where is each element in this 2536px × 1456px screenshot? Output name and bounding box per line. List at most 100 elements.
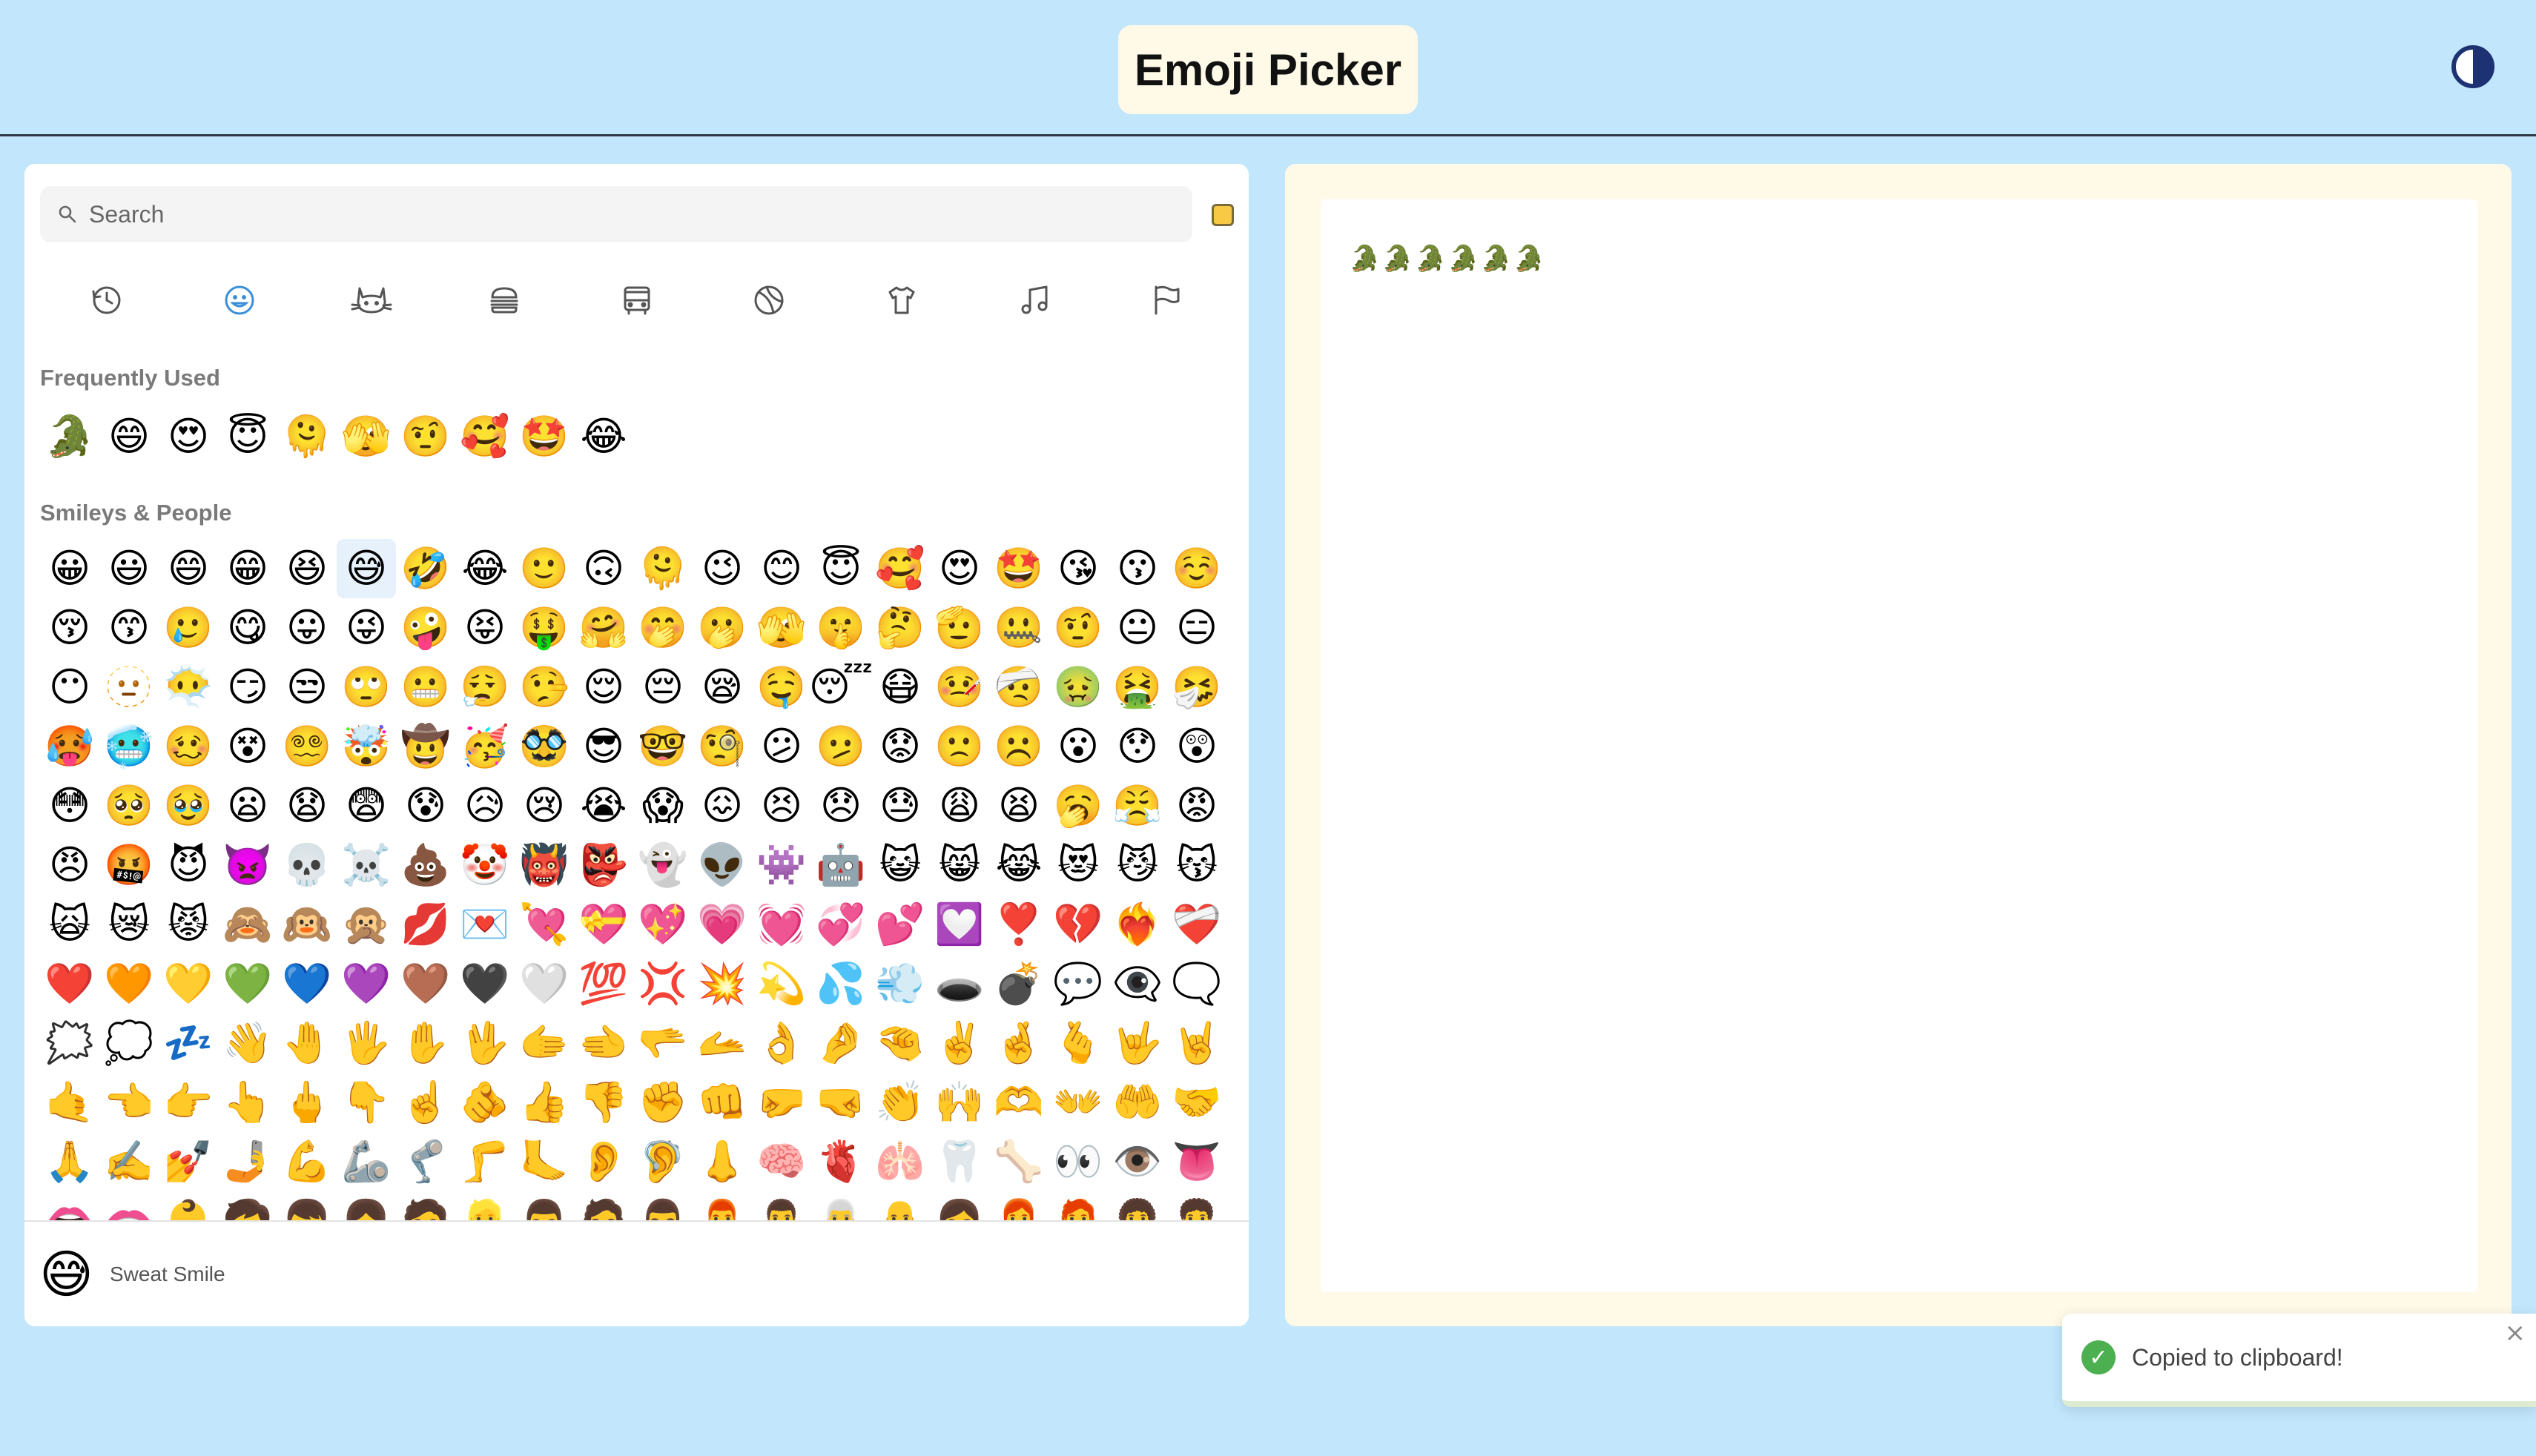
emoji-button[interactable]: 🤠 <box>396 717 455 776</box>
emoji-button[interactable]: 🥶 <box>99 717 159 776</box>
emoji-button[interactable]: 😸 <box>930 835 989 895</box>
emoji-button[interactable]: 🦻 <box>633 1132 693 1191</box>
emoji-button[interactable]: 🫢 <box>693 598 752 658</box>
emoji-button[interactable]: 🖤 <box>455 954 515 1013</box>
tab-smileys[interactable] <box>214 265 265 336</box>
emoji-button[interactable]: 👏 <box>871 1073 930 1132</box>
emoji-button[interactable]: 💕 <box>871 895 930 954</box>
emoji-button[interactable]: 🥹 <box>159 776 218 835</box>
emoji-button[interactable]: 😿 <box>99 895 159 954</box>
emoji-button[interactable]: 🫳 <box>633 1013 693 1073</box>
emoji-button[interactable]: 👽 <box>693 835 752 895</box>
emoji-button[interactable]: 🫠 <box>277 407 337 466</box>
emoji-button[interactable]: 💋 <box>396 895 455 954</box>
emoji-button[interactable]: 😍 <box>159 407 218 466</box>
emoji-button[interactable]: 💜 <box>337 954 396 1013</box>
emoji-button[interactable]: 🤝 <box>1167 1073 1226 1132</box>
emoji-button[interactable]: 😵‍💫 <box>277 717 337 776</box>
emoji-button[interactable]: 😇 <box>218 407 277 466</box>
emoji-button[interactable]: 😮 <box>1049 717 1108 776</box>
emoji-button[interactable]: 😶 <box>40 658 99 717</box>
emoji-button[interactable]: 🤍 <box>515 954 574 1013</box>
emoji-button[interactable]: 🫁 <box>871 1132 930 1191</box>
emoji-button[interactable]: 🕳️ <box>930 954 989 1013</box>
emoji-button[interactable]: 🙌 <box>930 1073 989 1132</box>
emoji-button[interactable]: 🥰 <box>455 407 515 466</box>
emoji-button[interactable]: 😞 <box>811 776 871 835</box>
emoji-button[interactable]: 💯 <box>574 954 633 1013</box>
emoji-button[interactable]: 😝 <box>455 598 515 658</box>
emoji-button[interactable]: 😨 <box>337 776 396 835</box>
tab-objects[interactable] <box>876 265 927 336</box>
emoji-button[interactable]: 🤟 <box>1108 1013 1167 1073</box>
emoji-button[interactable]: 😛 <box>277 598 337 658</box>
emoji-button[interactable]: 🥸 <box>515 717 574 776</box>
emoji-button[interactable]: 💬 <box>1049 954 1108 1013</box>
emoji-button[interactable]: 😮‍💨 <box>455 658 515 717</box>
emoji-button[interactable]: 🦾 <box>337 1132 396 1191</box>
emoji-button[interactable]: 👅 <box>1167 1132 1226 1191</box>
emoji-button[interactable]: 🙀 <box>40 895 99 954</box>
emoji-button[interactable]: 🤭 <box>633 598 693 658</box>
emoji-button[interactable]: 👐 <box>1049 1073 1108 1132</box>
emoji-button[interactable]: 🤳 <box>218 1132 277 1191</box>
emoji-button[interactable]: 🤨 <box>396 407 455 466</box>
emoji-button[interactable]: 😱 <box>633 776 693 835</box>
emoji-button[interactable]: 🫣 <box>752 598 811 658</box>
emoji-button[interactable]: 😅 <box>337 539 396 598</box>
emoji-button[interactable]: ✊ <box>633 1073 693 1132</box>
emoji-button[interactable]: 😹 <box>989 835 1049 895</box>
emoji-button[interactable]: 🤎 <box>396 954 455 1013</box>
emoji-button[interactable]: 😫 <box>989 776 1049 835</box>
emoji-button[interactable]: 🤚 <box>277 1013 337 1073</box>
emoji-button[interactable]: 🧐 <box>693 717 752 776</box>
emoji-button[interactable]: 😟 <box>871 717 930 776</box>
emoji-button[interactable]: 👈 <box>99 1073 159 1132</box>
emoji-button[interactable]: 👾 <box>752 835 811 895</box>
emoji-button[interactable]: 🗨️ <box>1167 954 1226 1013</box>
emoji-button[interactable]: 👃 <box>693 1132 752 1191</box>
emoji-button[interactable]: 😡 <box>1167 776 1226 835</box>
emoji-button[interactable]: 👀 <box>1049 1132 1108 1191</box>
emoji-button[interactable]: 🫵 <box>455 1073 515 1132</box>
emoji-button[interactable]: 🙏 <box>40 1132 99 1191</box>
emoji-button[interactable]: 😗 <box>1108 539 1167 598</box>
tab-travel[interactable] <box>612 265 662 336</box>
emoji-button[interactable]: ❣️ <box>989 895 1049 954</box>
emoji-button[interactable]: 🖐️ <box>337 1013 396 1073</box>
emoji-button[interactable]: 🤢 <box>1049 658 1108 717</box>
emoji-button[interactable]: 😬 <box>396 658 455 717</box>
emoji-button[interactable]: 🙊 <box>337 895 396 954</box>
emoji-button[interactable]: 😢 <box>515 776 574 835</box>
emoji-button[interactable]: 🦴 <box>989 1132 1049 1191</box>
emoji-button[interactable]: 😽 <box>1167 835 1226 895</box>
emoji-button[interactable]: 😴 <box>809 658 874 717</box>
emoji-button[interactable]: 🤐 <box>989 598 1049 658</box>
emoji-button[interactable]: 🤨 <box>1049 598 1108 658</box>
emoji-button[interactable]: 💪 <box>277 1132 337 1191</box>
tab-food[interactable] <box>479 265 529 336</box>
emoji-button[interactable]: 😁 <box>218 539 277 598</box>
emoji-button[interactable]: 😙 <box>99 598 159 658</box>
emoji-button[interactable]: 😼 <box>1108 835 1167 895</box>
emoji-button[interactable]: 👇 <box>337 1073 396 1132</box>
skin-tone-button[interactable] <box>1212 204 1234 226</box>
emoji-button[interactable]: ✌️ <box>930 1013 989 1073</box>
emoji-button[interactable]: 🥴 <box>159 717 218 776</box>
emoji-button[interactable]: 🥺 <box>99 776 159 835</box>
emoji-button[interactable]: 🖕 <box>277 1073 337 1132</box>
emoji-button[interactable]: 🙈 <box>218 895 277 954</box>
emoji-button[interactable]: 🤥 <box>515 658 574 717</box>
emoji-button[interactable]: 🙂 <box>515 539 574 598</box>
emoji-button[interactable]: 💫 <box>752 954 811 1013</box>
emoji-button[interactable]: 😻 <box>1049 835 1108 895</box>
emoji-button[interactable]: 😉 <box>693 539 752 598</box>
emoji-button[interactable]: 🤕 <box>989 658 1049 717</box>
emoji-button[interactable]: 💟 <box>930 895 989 954</box>
emoji-button[interactable]: 😄 <box>99 407 159 466</box>
emoji-button[interactable]: ❤️‍🔥 <box>1108 895 1167 954</box>
emoji-button[interactable]: 🤜 <box>811 1073 871 1132</box>
emoji-button[interactable]: 🤲 <box>1108 1073 1167 1132</box>
tab-activities[interactable] <box>744 265 794 336</box>
emoji-button[interactable]: 💭 <box>99 1013 159 1073</box>
